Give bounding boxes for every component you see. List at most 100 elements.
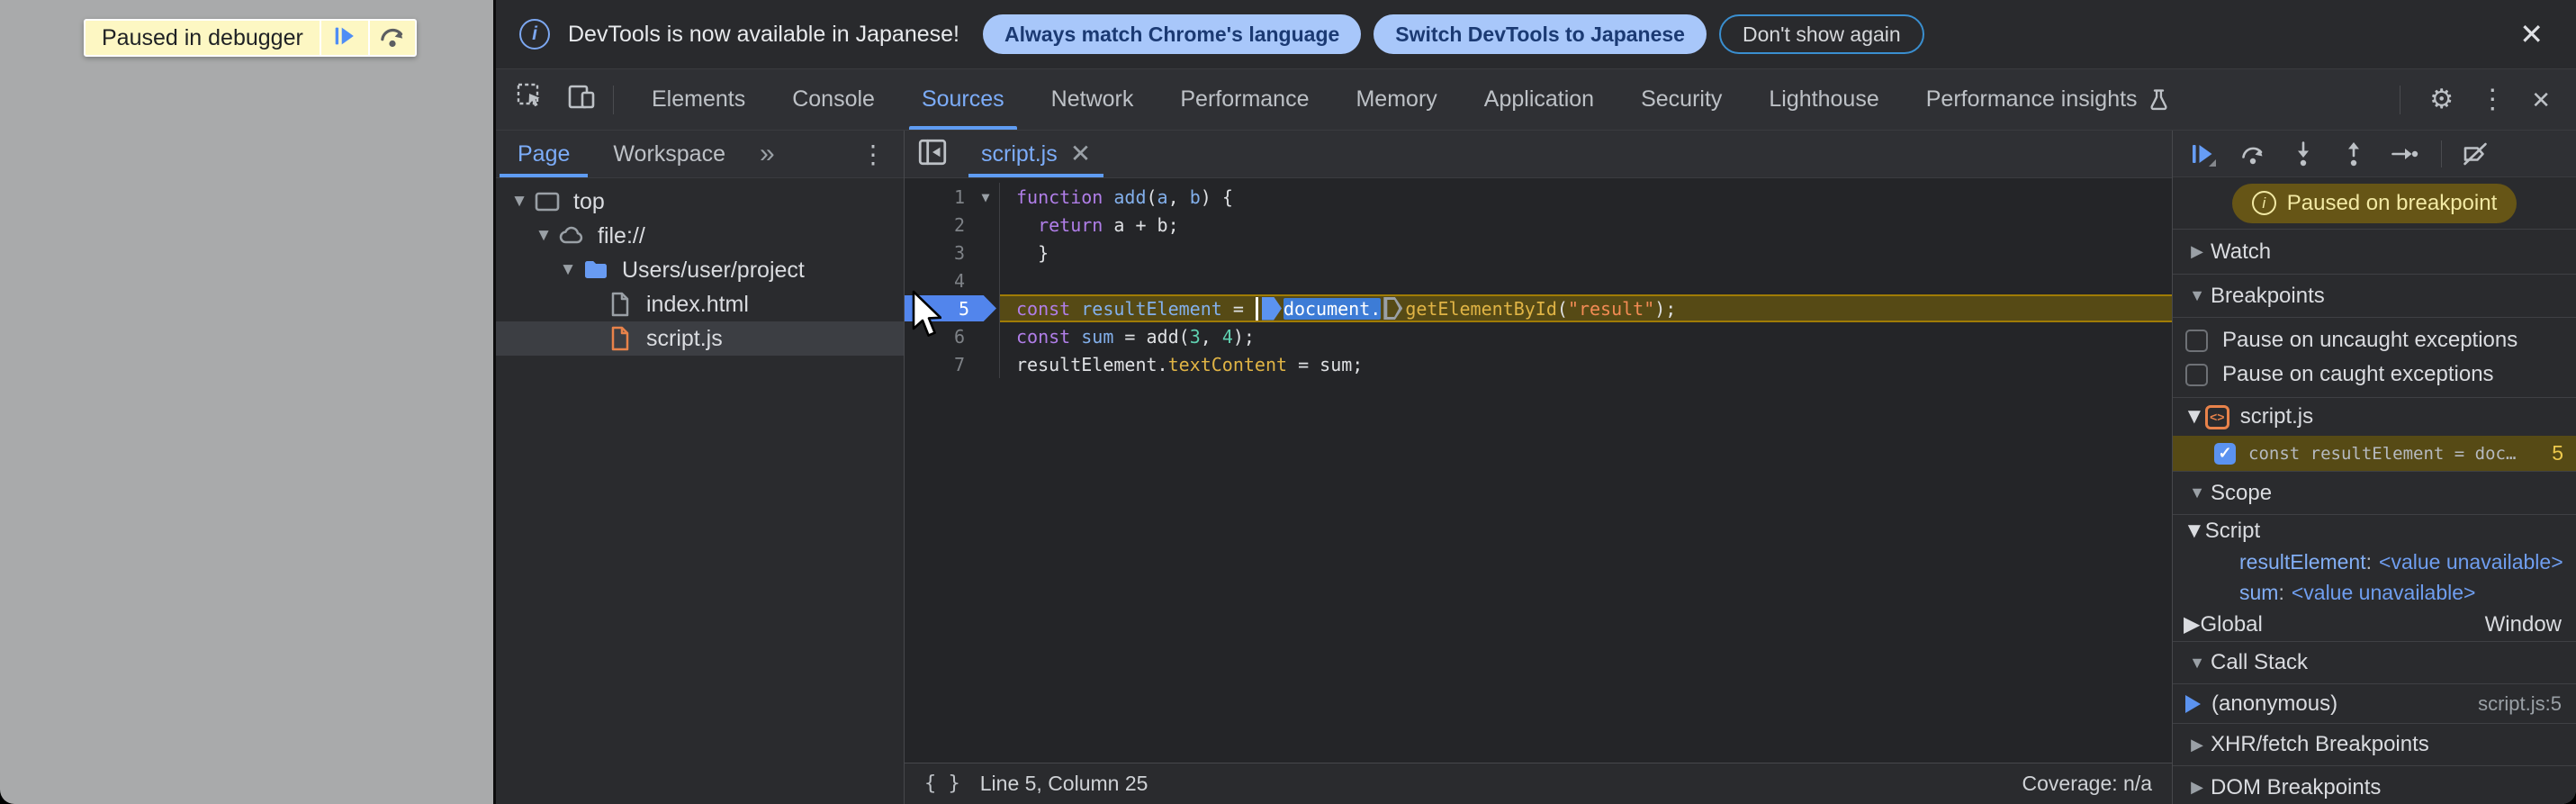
tree-item-index-html[interactable]: index.html bbox=[496, 287, 904, 321]
devtools-tabbar: Elements Console Sources Network Performance… bbox=[496, 69, 2576, 131]
tab-label: Elements bbox=[652, 86, 746, 112]
paused-on-breakpoint-badge: i Paused on breakpoint bbox=[2231, 183, 2517, 223]
close-tab-icon[interactable]: ✕ bbox=[1070, 141, 1091, 167]
code-token: resultElement bbox=[1081, 297, 1222, 320]
step-over-button-banner[interactable] bbox=[367, 21, 415, 55]
settings-gear-icon[interactable]: ⚙ bbox=[2420, 85, 2463, 115]
line-number[interactable]: 3 bbox=[905, 242, 972, 264]
notification-close-icon[interactable]: ✕ bbox=[2510, 16, 2553, 52]
collapse-navigator-button[interactable] bbox=[905, 131, 961, 177]
section-breakpoints[interactable]: ▼ Breakpoints bbox=[2173, 275, 2576, 318]
notification-button-0[interactable]: Always match Chrome's language bbox=[982, 14, 1362, 54]
gutter-line-7[interactable]: 7 bbox=[905, 350, 1000, 378]
scope-variable-resultElement[interactable]: resultElement: <value unavailable> bbox=[2173, 547, 2576, 577]
breakpoint-file-group[interactable]: ▼ <> script.js bbox=[2173, 398, 2576, 436]
scope-variable-sum[interactable]: sum: <value unavailable> bbox=[2173, 577, 2576, 608]
gutter-line-2[interactable]: 2 bbox=[905, 211, 1000, 239]
scope-global-label: Global bbox=[2200, 611, 2263, 637]
editor-tab-scriptjs[interactable]: script.js ✕ bbox=[961, 131, 1111, 177]
section-call-stack[interactable]: ▼ Call Stack bbox=[2173, 641, 2576, 684]
tree-item-top[interactable]: ▼ top bbox=[496, 185, 904, 219]
line-number[interactable]: 1 bbox=[905, 186, 972, 208]
navigator-kebab-icon[interactable]: ⋮ bbox=[848, 140, 898, 169]
section-scope[interactable]: ▼ Scope bbox=[2173, 472, 2576, 515]
section-watch[interactable]: ▶ Watch bbox=[2173, 230, 2576, 275]
chevron-down-icon[interactable]: ▼ bbox=[555, 260, 581, 280]
kebab-menu-icon[interactable]: ⋮ bbox=[2470, 85, 2515, 115]
watch-label: Watch bbox=[2211, 239, 2272, 264]
tree-item-label: index.html bbox=[646, 291, 749, 317]
device-toolbar-icon[interactable] bbox=[566, 82, 597, 117]
gutter-line-3[interactable]: 3 bbox=[905, 239, 1000, 266]
inline-breakpoint-marker-active[interactable] bbox=[1261, 296, 1282, 321]
deactivate-breakpoints-icon[interactable] bbox=[2460, 139, 2490, 169]
scope-global-group[interactable]: ▶ Global Window bbox=[2173, 608, 2576, 641]
tab-label: Memory bbox=[1356, 86, 1437, 112]
tab-memory[interactable]: Memory bbox=[1332, 69, 1460, 130]
notification-button-2[interactable]: Don't show again bbox=[1718, 14, 1924, 54]
more-tabs-chevron[interactable]: » bbox=[747, 139, 788, 169]
tab-performance-insights[interactable]: Performance insights bbox=[1903, 69, 2194, 130]
step-into-icon[interactable] bbox=[2288, 139, 2319, 169]
tab-lighthouse[interactable]: Lighthouse bbox=[1745, 69, 1902, 130]
tab-network[interactable]: Network bbox=[1028, 69, 1157, 130]
code-line-content bbox=[1000, 266, 2172, 294]
tab-page[interactable]: Page bbox=[496, 131, 591, 177]
code-token: textContent bbox=[1167, 353, 1288, 375]
breakpoint-entry[interactable]: ✓ const resultElement = doc… 5 bbox=[2173, 436, 2576, 472]
tree-item-file-[interactable]: ▼ file:// bbox=[496, 219, 904, 253]
tab-performance[interactable]: Performance bbox=[1157, 69, 1332, 130]
text-cursor bbox=[1255, 296, 1258, 321]
pause-caught-checkbox[interactable] bbox=[2185, 363, 2208, 386]
tab-application[interactable]: Application bbox=[1461, 69, 1617, 130]
tab-label: Network bbox=[1050, 86, 1134, 112]
file-gray-icon bbox=[605, 291, 635, 318]
tab-sources[interactable]: Sources bbox=[898, 69, 1028, 130]
global-value: Window bbox=[2484, 611, 2562, 637]
inline-breakpoint-marker[interactable] bbox=[1383, 297, 1403, 320]
tab-elements[interactable]: Elements bbox=[628, 69, 769, 130]
code-token: ( bbox=[1556, 297, 1568, 320]
cloud-icon bbox=[556, 222, 587, 249]
scope-script-group[interactable]: ▼ Script bbox=[2173, 515, 2576, 547]
step-over-icon[interactable] bbox=[2238, 139, 2268, 169]
section-dom-breakpoints[interactable]: ▶ DOM Breakpoints bbox=[2173, 766, 2576, 804]
breakpoint-checkbox[interactable]: ✓ bbox=[2214, 442, 2236, 465]
resume-icon[interactable] bbox=[2187, 139, 2218, 169]
code-token: ); bbox=[1654, 297, 1677, 320]
code-token: add bbox=[1113, 185, 1147, 208]
pause-uncaught-row[interactable]: Pause on uncaught exceptions bbox=[2173, 323, 2576, 357]
source-editor: script.js ✕ 1 ▼ function add(a, b) {2 retu… bbox=[905, 131, 2172, 804]
chevron-down-icon[interactable]: ▼ bbox=[507, 192, 532, 212]
pause-caught-row[interactable]: Pause on caught exceptions bbox=[2173, 357, 2576, 392]
code-editor[interactable]: 1 ▼ function add(a, b) {2 return a + b; 3 }… bbox=[905, 178, 2172, 763]
tab-workspace[interactable]: Workspace bbox=[591, 131, 747, 177]
resume-script-button[interactable] bbox=[321, 21, 368, 55]
tree-item-script-js[interactable]: script.js bbox=[496, 321, 904, 356]
code-line-content: const sum = add(3, 4); bbox=[1000, 322, 2172, 350]
call-stack-frame[interactable]: (anonymous) script.js:5 bbox=[2173, 684, 2576, 723]
chevron-down-icon[interactable]: ▼ bbox=[531, 226, 556, 246]
gutter-line-1[interactable]: 1 ▼ bbox=[905, 183, 1000, 211]
notification-button-1[interactable]: Switch DevTools to Japanese bbox=[1374, 14, 1707, 54]
step-icon[interactable] bbox=[2389, 139, 2419, 169]
script-file-icon: <> bbox=[2204, 404, 2229, 429]
line-number[interactable]: 4 bbox=[905, 270, 972, 292]
tabbar-separator bbox=[613, 85, 614, 114]
section-xhr-breakpoints[interactable]: ▶ XHR/fetch Breakpoints bbox=[2173, 723, 2576, 766]
line-number[interactable]: 2 bbox=[905, 214, 972, 236]
pretty-print-icon[interactable]: { } bbox=[924, 772, 960, 795]
tab-security[interactable]: Security bbox=[1617, 69, 1745, 130]
line-number[interactable]: 7 bbox=[905, 354, 972, 375]
notification-message: DevTools is now available in Japanese! bbox=[568, 21, 959, 47]
paused-banner-label: Paused in debugger bbox=[86, 21, 321, 55]
chevron-down-icon: ▼ bbox=[2189, 653, 2205, 672]
inspect-element-icon[interactable] bbox=[516, 82, 546, 117]
tab-console[interactable]: Console bbox=[769, 69, 898, 130]
pause-uncaught-checkbox[interactable] bbox=[2185, 329, 2208, 352]
step-out-icon[interactable] bbox=[2338, 139, 2369, 169]
fold-arrow-icon[interactable]: ▼ bbox=[972, 189, 999, 205]
tree-item-Users-user-project[interactable]: ▼ Users/user/project bbox=[496, 253, 904, 287]
code-token: ( bbox=[1146, 185, 1157, 208]
close-devtools-icon[interactable]: ✕ bbox=[2522, 86, 2560, 113]
